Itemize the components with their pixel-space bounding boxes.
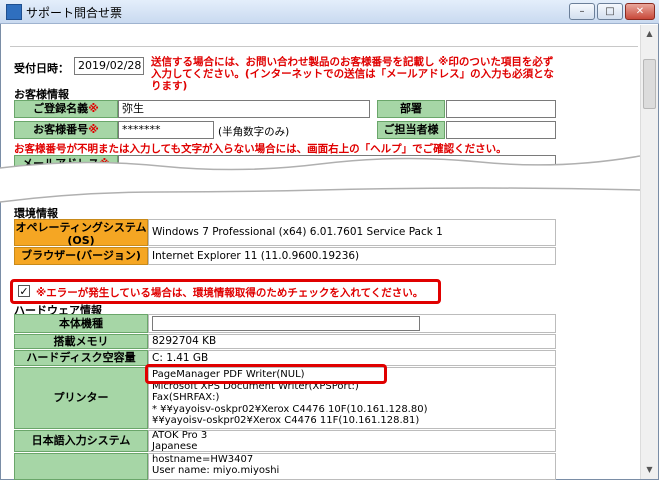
ime-value: ATOK Pro 3 Japanese: [148, 430, 556, 452]
required-mark: ※: [88, 102, 99, 115]
browser-value: Internet Explorer 11 (11.0.9600.19236): [148, 247, 556, 265]
printer-label: プリンター: [14, 367, 148, 429]
close-button[interactable]: ✕: [625, 3, 655, 20]
required-mark: ※: [88, 123, 99, 136]
top-divider: [10, 46, 638, 47]
scroll-thumb[interactable]: [643, 59, 656, 109]
memory-label: 搭載メモリ: [14, 334, 148, 349]
reception-label: 受付日時：: [14, 62, 69, 75]
name-label-text: ご登録名義: [33, 102, 89, 115]
disk-label: ハードディスク空容量: [14, 350, 148, 366]
app-icon: [6, 4, 22, 20]
model-cell: [148, 314, 556, 333]
error-check-label: ※エラーが発生している場合は、環境情報取得のためチェックを入れてください。: [36, 287, 424, 299]
scroll-up-icon[interactable]: ▲: [641, 25, 658, 42]
ime-label: 日本語入力システム: [14, 430, 148, 452]
browser-label: ブラウザー(バージョン): [14, 247, 148, 265]
submit-notice: 送信する場合には、お問い合わせ製品のお客様番号を記載し ※印のついた項目を必ず入…: [151, 56, 554, 92]
os-label: オペレーティングシステム (OS): [14, 219, 148, 247]
ime-value-line2: Japanese: [152, 440, 198, 452]
scroll-down-icon[interactable]: ▼: [641, 461, 658, 478]
system-info-value: hostname=HW3407 User name: miyo.miyoshi: [148, 453, 556, 480]
ime-value-line1: ATOK Pro 3: [152, 430, 208, 441]
printer-highlight: [145, 364, 387, 384]
printer-item: * ¥¥yayoisv-oskpr02¥Xerox C4476 10F(10.1…: [152, 403, 428, 415]
customer-number-label: お客様番号※: [14, 121, 118, 139]
error-checkbox[interactable]: ✓: [18, 285, 30, 297]
customer-number-label-text: お客様番号: [33, 123, 89, 136]
hostname-line: hostname=HW3407: [152, 454, 254, 465]
model-input[interactable]: [152, 316, 420, 331]
os-value: Windows 7 Professional (x64) 6.01.7601 S…: [148, 219, 556, 246]
maximize-button[interactable]: □: [597, 3, 623, 20]
model-label: 本体機種: [14, 314, 148, 333]
os-label-line1: オペレーティングシステム: [15, 221, 147, 234]
window-title: サポート問合せ票: [26, 6, 123, 20]
title-bar: サポート問合せ票 – □ ✕: [0, 0, 659, 24]
printer-item: Fax(SHRFAX:): [152, 392, 220, 403]
contact-input[interactable]: [446, 121, 556, 139]
system-info-label: [14, 453, 148, 480]
tear-cut-icon: [0, 155, 640, 203]
username-line: User name: miyo.miyoshi: [152, 465, 280, 476]
minimize-button[interactable]: –: [569, 3, 595, 20]
customer-number-hint: (半角数字のみ): [218, 126, 290, 138]
vertical-scrollbar[interactable]: ▲ ▼: [640, 25, 658, 479]
reception-date-field[interactable]: 2019/02/28: [74, 57, 144, 75]
name-input[interactable]: 弥生: [118, 100, 370, 118]
os-label-line2: (OS): [67, 234, 95, 247]
dept-input[interactable]: [446, 100, 556, 118]
customer-number-input[interactable]: *******: [118, 121, 214, 139]
dept-label: 部署: [377, 100, 445, 118]
printer-item: ¥¥yayoisv-oskpr02¥Xerox C4476 11F(10.161…: [152, 415, 420, 426]
memory-value: 8292704 KB: [148, 334, 556, 349]
name-label: ご登録名義※: [14, 100, 118, 118]
contact-label: ご担当者様: [377, 121, 445, 139]
